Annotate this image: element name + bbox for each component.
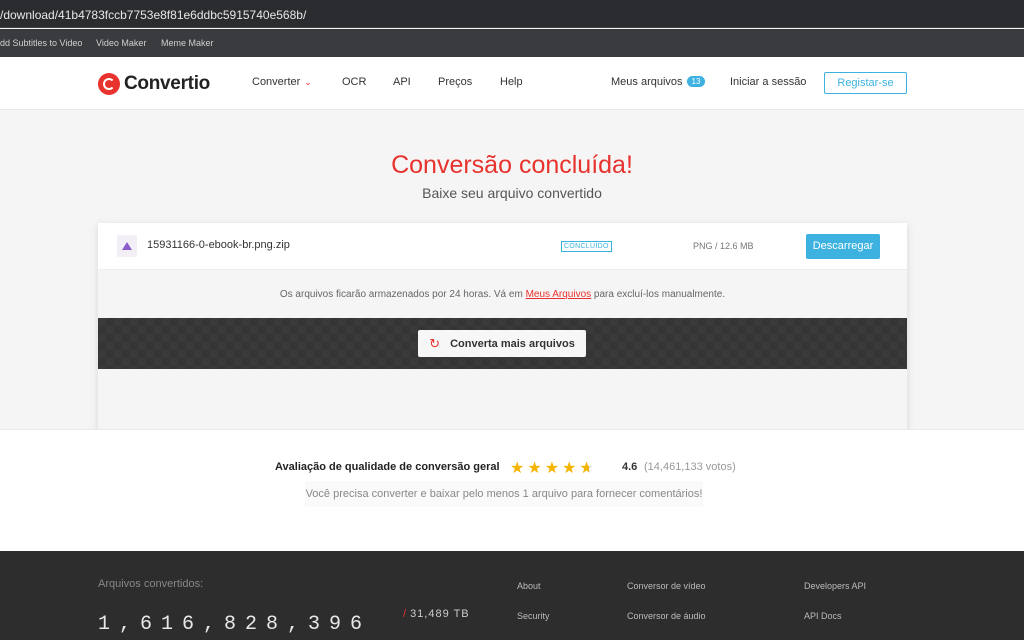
footer-link-video-converter[interactable]: Conversor de vídeo: [627, 581, 706, 591]
rating-note: Você precisa converter e baixar pelo men…: [305, 481, 703, 507]
refresh-icon: ↻: [429, 335, 441, 351]
nav-converter[interactable]: Converter ⌄: [252, 76, 312, 88]
star-icon[interactable]: ★: [562, 460, 579, 477]
convertio-logo[interactable]: Convertio: [98, 71, 210, 97]
convert-more-bar: ↻ Converta mais arquivos: [98, 318, 907, 369]
slash-glyph: /: [403, 608, 408, 620]
url-text[interactable]: /download/41b4783fccb7753e8f81e6ddbc5915…: [0, 8, 306, 22]
my-files-link[interactable]: Meus arquivos 13: [611, 76, 706, 88]
my-files-count-badge: 13: [686, 76, 706, 87]
nav-precos[interactable]: Preços: [438, 76, 472, 88]
main-content: Conversão concluída! Baixe seu arquivo c…: [0, 110, 1024, 428]
nav-ocr[interactable]: OCR: [342, 76, 366, 88]
login-link[interactable]: Iniciar a sessão: [730, 76, 806, 88]
convert-more-label: Converta mais arquivos: [450, 337, 575, 350]
rating-label: Avaliação de qualidade de conversão gera…: [275, 461, 500, 473]
rating-score: 4.6: [622, 461, 638, 473]
footer-link-api-docs[interactable]: API Docs: [804, 611, 842, 621]
footer-link-developers-api[interactable]: Developers API: [804, 581, 866, 591]
converted-tb-value: 31,489 TB: [410, 608, 470, 620]
bookmark-video-maker[interactable]: Video Maker: [96, 38, 146, 48]
page-title: Conversão concluída!: [391, 151, 633, 179]
download-button[interactable]: Descarregar: [806, 234, 880, 259]
site-footer: Arquivos convertidos: 1,616,828,396 /31,…: [0, 551, 1024, 640]
star-icon[interactable]: ★: [545, 460, 562, 477]
logo-text: Convertio: [124, 73, 210, 94]
my-files-inline-link[interactable]: Meus Arquivos: [526, 289, 592, 300]
nav-api[interactable]: API: [393, 76, 411, 88]
file-format-size: PNG / 12.6 MB: [693, 241, 754, 251]
site-header: Convertio Converter ⌄ OCR API Preços Help…: [0, 57, 1024, 110]
rating-stars[interactable]: ★★★★★: [510, 458, 597, 478]
bookmark-meme-maker[interactable]: Meme Maker: [161, 38, 214, 48]
star-icon[interactable]: ★: [510, 460, 527, 477]
footer-link-security[interactable]: Security: [517, 611, 550, 621]
convertio-logo-icon: [98, 73, 120, 95]
image-file-icon: [117, 235, 137, 257]
half-star-icon[interactable]: ★: [579, 458, 596, 478]
converted-tb: /31,489 TB: [403, 608, 470, 620]
star-icon[interactable]: ★: [527, 460, 544, 477]
register-button[interactable]: Registar-se: [824, 72, 907, 94]
rating-section: Avaliação de qualidade de conversão gera…: [0, 429, 1024, 551]
status-badge: CONCLUÍDO: [561, 241, 612, 252]
nav-help[interactable]: Help: [500, 76, 523, 88]
file-row: 15931166-0-ebook-br.png.zip CONCLUÍDO PN…: [98, 223, 907, 270]
footer-link-audio-converter[interactable]: Conversor de áudio: [627, 611, 706, 621]
storage-info: Os arquivos ficarão armazenados por 24 h…: [98, 271, 907, 318]
footer-link-about[interactable]: About: [517, 581, 541, 591]
convert-more-button[interactable]: ↻ Converta mais arquivos: [418, 330, 586, 357]
converted-files-label: Arquivos convertidos:: [98, 578, 204, 590]
nav-converter-label: Converter: [252, 76, 301, 88]
bookmark-add-subtitles[interactable]: dd Subtitles to Video: [0, 38, 82, 48]
chevron-down-icon: ⌄: [304, 77, 312, 87]
page-subtitle: Baixe seu arquivo convertido: [422, 185, 602, 201]
browser-url-bar[interactable]: /download/41b4783fccb7753e8f81e6ddbc5915…: [0, 0, 1024, 28]
converted-files-counter: 1,616,828,396: [98, 613, 372, 636]
storage-info-text-1: Os arquivos ficarão armazenados por 24 h…: [279, 289, 526, 300]
rating-votes: (14,461,133 votos): [644, 461, 736, 473]
my-files-label: Meus arquivos: [611, 76, 683, 88]
bookmarks-bar: dd Subtitles to Video Video Maker Meme M…: [0, 29, 1024, 57]
file-name: 15931166-0-ebook-br.png.zip: [147, 239, 290, 251]
storage-info-text-2: para excluí-los manualmente.: [591, 289, 726, 300]
